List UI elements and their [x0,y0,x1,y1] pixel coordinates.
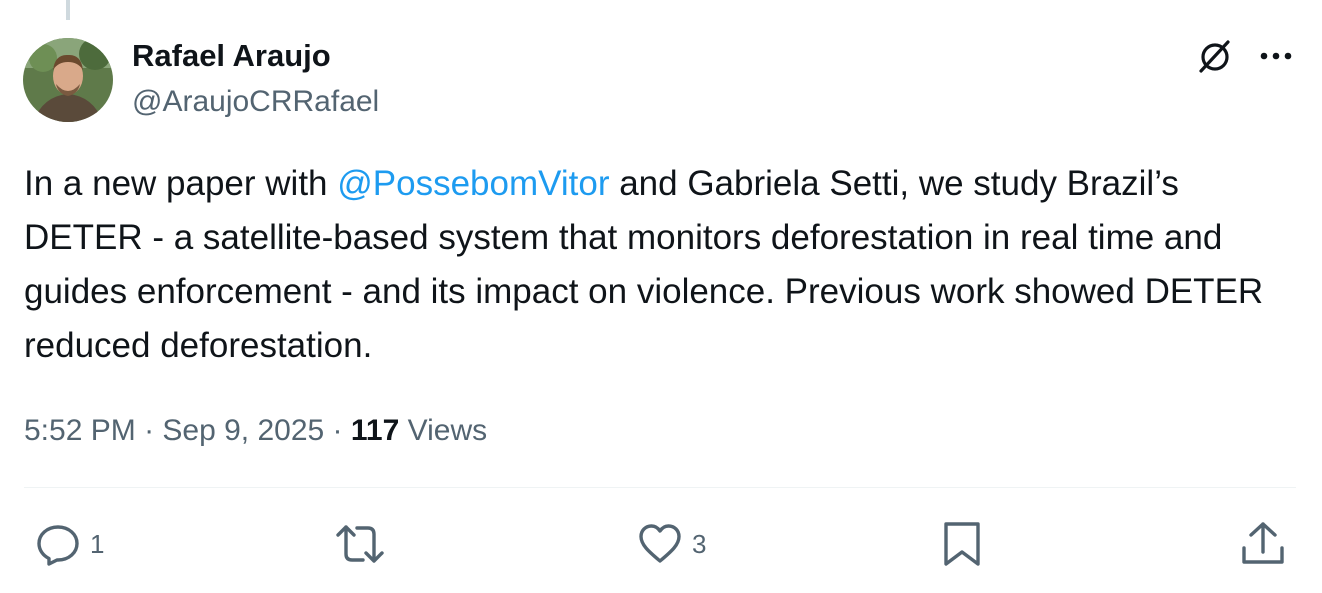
share-icon [1242,522,1284,564]
bookmark-button[interactable] [938,517,986,571]
divider [24,487,1296,488]
avatar-image [23,38,113,122]
author-name[interactable]: Rafael Araujo [132,38,331,74]
like-count: 3 [692,528,707,559]
tweet-time[interactable]: 5:52 PM [24,414,136,447]
grok-button[interactable] [1190,34,1240,78]
reply-count: 1 [90,528,105,559]
author-handle[interactable]: @AraujoCRRafael [132,84,379,120]
like-button[interactable]: 3 [636,517,706,571]
reply-button[interactable]: 1 [34,517,104,571]
mention-link[interactable]: @PossebomVitor [337,164,609,203]
meta-separator: · [324,414,351,447]
tweet-meta: 5:52 PM · Sep 9, 2025 · 117 Views [24,411,487,451]
share-button[interactable] [1238,517,1288,571]
retweet-icon [336,525,384,563]
like-icon [639,524,681,563]
more-icon [1260,52,1292,60]
bookmark-icon [944,522,980,566]
tweet-date[interactable]: Sep 9, 2025 [162,414,324,447]
meta-separator: · [135,414,163,447]
views-label: Views [399,414,488,447]
views-count: 117 [350,414,400,447]
grok-icon [1199,40,1230,73]
reply-icon [37,525,79,566]
thread-connector-line [66,0,70,20]
avatar[interactable] [23,38,113,122]
tweet-text: In a new paper with @PossebomVitor and G… [24,157,1294,373]
tweet-text-part: In a new paper with [24,164,338,203]
retweet-button[interactable] [334,517,394,571]
more-options-button[interactable] [1252,34,1300,78]
